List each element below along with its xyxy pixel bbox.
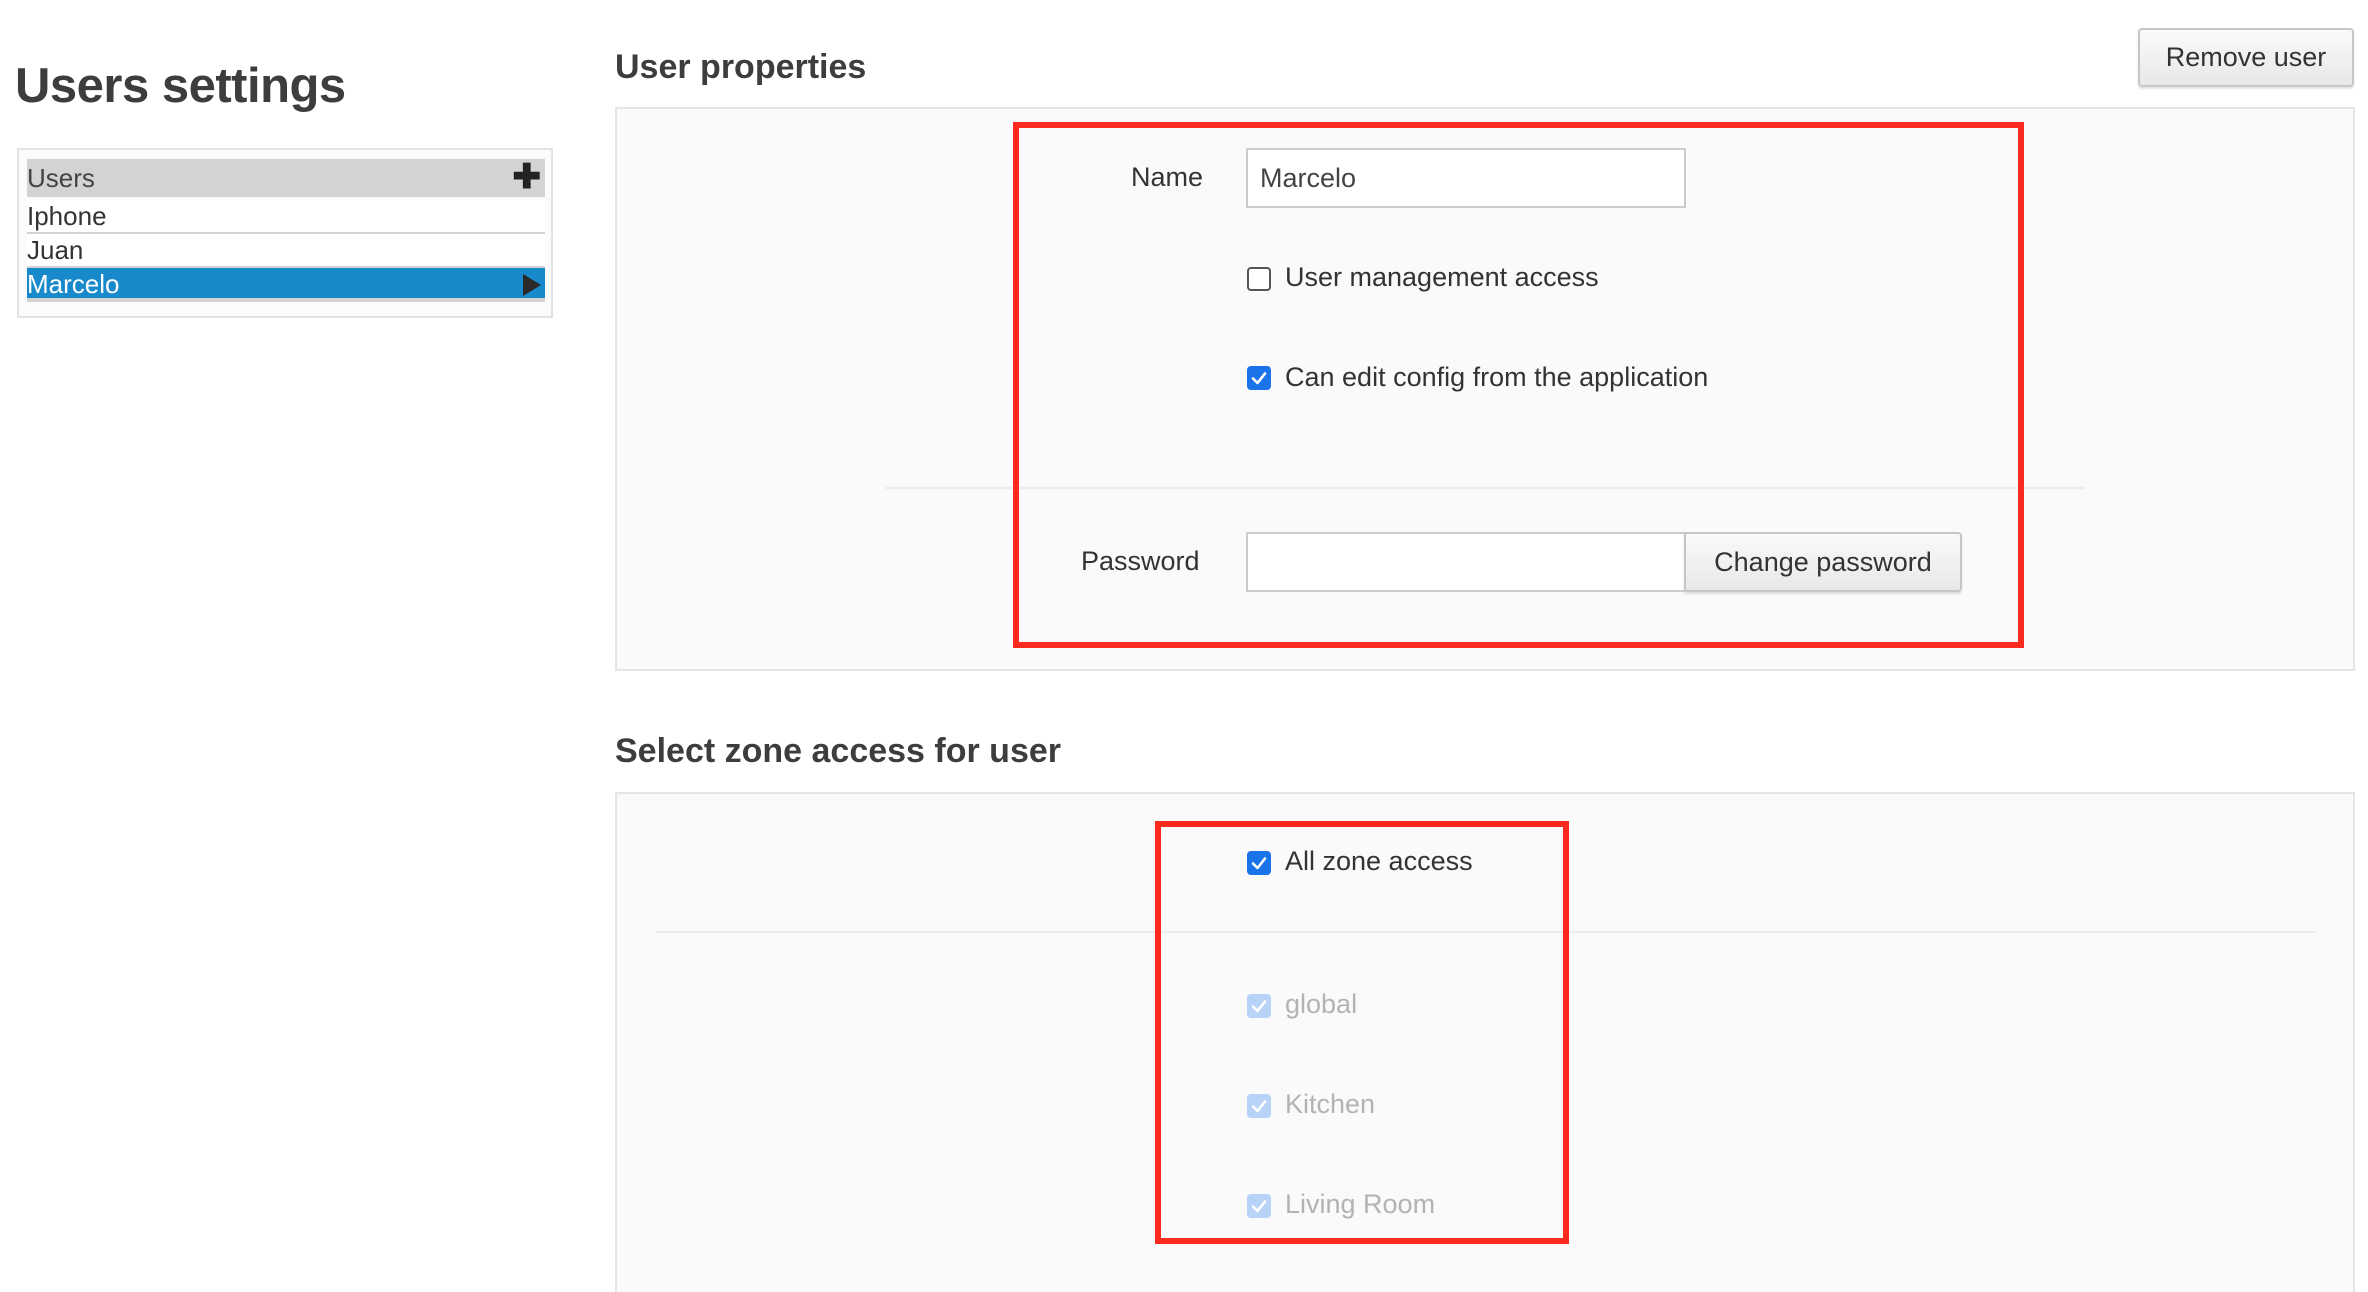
remove-user-button[interactable]: Remove user xyxy=(2138,28,2354,87)
page-title: Users settings xyxy=(15,59,346,113)
users-list-header-label: Users xyxy=(27,163,95,193)
password-input[interactable] xyxy=(1246,532,1686,592)
checkmark-icon xyxy=(1251,857,1267,870)
all-zone-access-label: All zone access xyxy=(1285,846,1473,876)
user-list-item-marcelo[interactable]: Marcelo xyxy=(27,268,545,302)
zone-kitchen-checkbox[interactable] xyxy=(1247,1094,1271,1118)
checkmark-icon xyxy=(1251,372,1267,385)
checkmark-icon xyxy=(1251,1100,1267,1113)
zone-divider xyxy=(656,931,2316,933)
zone-kitchen-label: Kitchen xyxy=(1285,1089,1376,1119)
user-properties-title: User properties xyxy=(615,48,867,86)
user-list-item-iphone[interactable]: Iphone xyxy=(27,200,545,234)
zone-access-panel xyxy=(615,792,2355,1292)
name-label: Name xyxy=(1131,162,1204,192)
users-list-header: Users ✚ xyxy=(27,159,545,197)
all-zone-access-checkbox[interactable] xyxy=(1247,851,1271,875)
user-list-item-label: Iphone xyxy=(27,201,107,231)
zone-living-room-label: Living Room xyxy=(1285,1189,1436,1219)
plus-icon[interactable]: ✚ xyxy=(513,159,542,195)
zone-global-checkbox[interactable] xyxy=(1247,994,1271,1018)
checkmark-icon xyxy=(1251,1200,1267,1213)
checkmark-icon xyxy=(1251,1000,1267,1013)
change-password-button[interactable]: Change password xyxy=(1684,532,1962,592)
can-edit-config-label: Can edit config from the application xyxy=(1285,362,1709,392)
zone-living-room-checkbox[interactable] xyxy=(1247,1194,1271,1218)
name-input[interactable] xyxy=(1246,148,1686,208)
triangle-right-icon xyxy=(523,274,541,296)
zone-access-title: Select zone access for user xyxy=(615,732,1062,770)
user-list-item-label: Marcelo xyxy=(27,269,120,299)
user-management-access-checkbox[interactable] xyxy=(1247,267,1271,291)
users-list-panel: Users ✚ Iphone Juan Marcelo xyxy=(17,148,553,318)
password-label: Password xyxy=(1081,546,1200,576)
properties-divider xyxy=(885,487,2085,489)
user-list-item-juan[interactable]: Juan xyxy=(27,234,545,268)
can-edit-config-checkbox[interactable] xyxy=(1247,366,1271,390)
zone-global-label: global xyxy=(1285,989,1358,1019)
user-management-access-label: User management access xyxy=(1285,262,1599,292)
user-list-item-label: Juan xyxy=(27,235,84,265)
